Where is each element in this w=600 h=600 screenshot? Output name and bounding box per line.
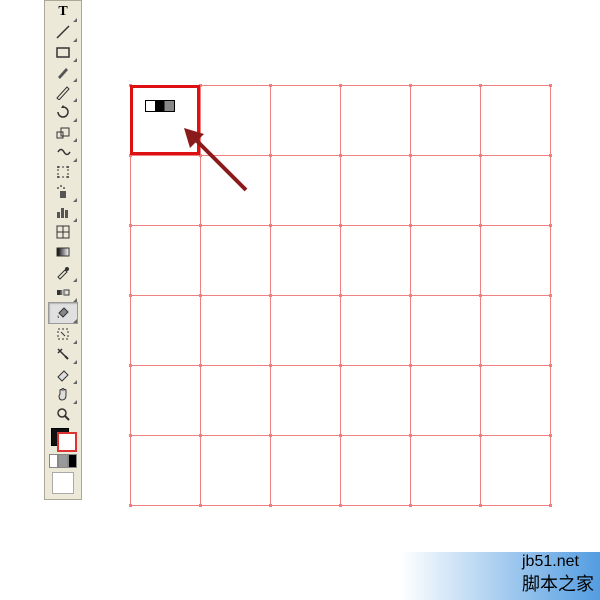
highlighted-cell[interactable] [130,85,200,155]
eyedropper-tool[interactable] [49,262,77,282]
grid-anchor-point[interactable] [269,84,272,87]
hand-icon [55,386,71,402]
warp-icon [55,144,71,160]
rect-icon [55,44,71,60]
freetrans-icon [55,164,71,180]
draw-mode-normal[interactable] [52,472,74,494]
grid-anchor-point[interactable] [549,224,552,227]
color-mode-swatches[interactable] [49,454,77,468]
grid-anchor-point[interactable] [129,434,132,437]
pencil-icon [55,84,71,100]
eraser-icon [55,366,71,382]
blend-tool[interactable] [49,282,77,302]
grid-anchor-point[interactable] [339,434,342,437]
scale-tool[interactable] [49,122,77,142]
grid-anchor-point[interactable] [409,364,412,367]
grid-anchor-point[interactable] [129,504,132,507]
rotate-icon [55,104,71,120]
type-tool[interactable]: T [49,2,77,22]
grid-anchor-point[interactable] [549,294,552,297]
column-graph-tool[interactable] [49,202,77,222]
gradient-tool[interactable] [49,242,77,262]
graph-icon [55,204,71,220]
slice-icon [55,346,71,362]
grid-anchor-point[interactable] [199,434,202,437]
livesel-icon [55,326,71,342]
grid-anchor-point[interactable] [479,84,482,87]
slice-tool[interactable] [49,344,77,364]
grid-anchor-point[interactable] [479,224,482,227]
pencil-tool[interactable] [49,82,77,102]
blend-icon [55,284,71,300]
watermark-url: jb51.net [522,552,594,573]
fill-stroke-color[interactable] [49,426,77,452]
grid-anchor-point[interactable] [479,434,482,437]
canvas-grid[interactable] [130,85,550,505]
grid-anchor-point[interactable] [269,364,272,367]
grid-anchor-point[interactable] [199,294,202,297]
toolbox: T [44,0,82,500]
hand-tool[interactable] [49,384,77,404]
warp-tool[interactable] [49,142,77,162]
brush-icon [55,64,71,80]
grid-anchor-point[interactable] [479,154,482,157]
grid-anchor-point[interactable] [339,84,342,87]
grid-anchor-point[interactable] [199,504,202,507]
line-segment-tool[interactable] [49,22,77,42]
grid-anchor-point[interactable] [269,504,272,507]
grid-anchor-point[interactable] [409,154,412,157]
rotate-tool[interactable] [49,102,77,122]
livepaint-icon [55,305,71,321]
stroke-color-swatch[interactable] [57,432,77,452]
mesh-tool[interactable] [49,222,77,242]
live-paint-selection-tool[interactable] [49,324,77,344]
grid-anchor-point[interactable] [409,84,412,87]
grid-anchor-point[interactable] [409,434,412,437]
grid-anchor-point[interactable] [129,364,132,367]
rectangle-tool[interactable] [49,42,77,62]
grid-anchor-point[interactable] [409,504,412,507]
grid-anchor-point[interactable] [269,434,272,437]
eyedropper-icon [55,264,71,280]
scale-icon [55,124,71,140]
spray-icon [55,184,71,200]
grid-anchor-point[interactable] [129,294,132,297]
grid-anchor-point[interactable] [339,504,342,507]
grid-anchor-point[interactable] [269,224,272,227]
grid-anchor-point[interactable] [339,294,342,297]
grid-anchor-point[interactable] [339,364,342,367]
zoom-tool[interactable] [49,404,77,424]
grid-anchor-point[interactable] [479,364,482,367]
zoom-icon [55,406,71,422]
grid-anchor-point[interactable] [199,224,202,227]
grid-anchor-point[interactable] [549,84,552,87]
paintbrush-tool[interactable] [49,62,77,82]
grid-anchor-point[interactable] [479,294,482,297]
eraser-tool[interactable] [49,364,77,384]
live-paint-swatch-preview [145,100,175,112]
mesh-icon [55,224,71,240]
grid-anchor-point[interactable] [339,154,342,157]
grid-anchor-point[interactable] [409,224,412,227]
symbol-sprayer-tool[interactable] [49,182,77,202]
line-icon [55,24,71,40]
grid-anchor-point[interactable] [409,294,412,297]
grid-anchor-point[interactable] [269,294,272,297]
free-transform-tool[interactable] [49,162,77,182]
grid-anchor-point[interactable] [549,434,552,437]
grid-anchor-point[interactable] [339,224,342,227]
grid-anchor-point[interactable] [549,504,552,507]
grid-anchor-point[interactable] [549,364,552,367]
grid-anchor-point[interactable] [129,224,132,227]
watermark-text: 脚本之家 [522,573,594,596]
grid-anchor-point[interactable] [269,154,272,157]
grid-anchor-point[interactable] [199,364,202,367]
live-paint-bucket-tool[interactable] [48,302,78,324]
gradient-icon [55,244,71,260]
watermark: jb51.net 脚本之家 [522,552,594,596]
grid-anchor-point[interactable] [479,504,482,507]
grid-anchor-point[interactable] [549,154,552,157]
